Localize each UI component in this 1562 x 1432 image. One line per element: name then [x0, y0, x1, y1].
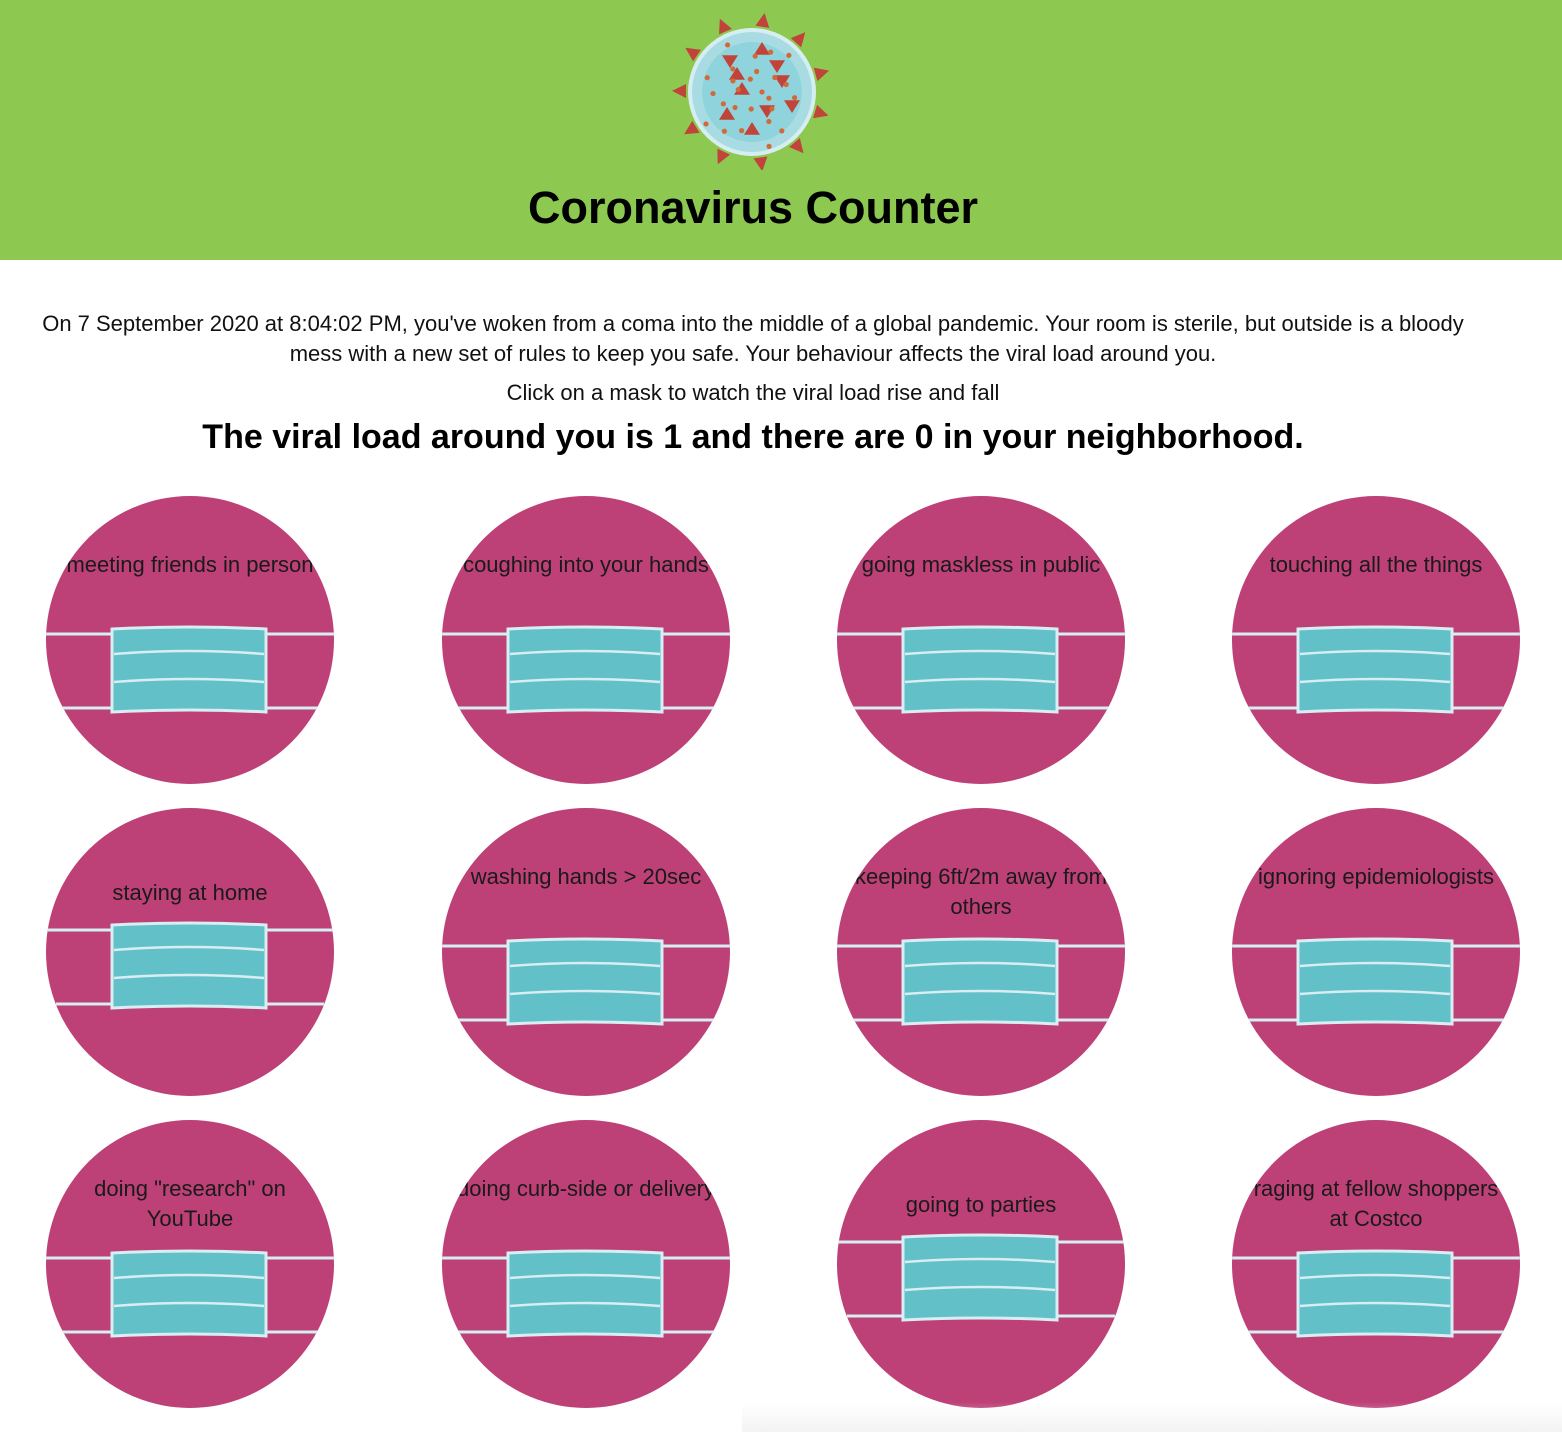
- mask-button-washing-hands[interactable]: washing hands > 20sec: [442, 808, 730, 1096]
- intro-text: On 7 September 2020 at 8:04:02 PM, you'v…: [42, 311, 1464, 366]
- mask-button-going-to-parties[interactable]: going to parties: [837, 1120, 1125, 1408]
- mask-button-ignoring-epidemiologists[interactable]: ignoring epidemiologists: [1232, 808, 1520, 1096]
- mask-label: going maskless in public: [861, 552, 1101, 577]
- face-mask-icon: [1232, 625, 1520, 714]
- face-mask-icon: [1232, 937, 1520, 1026]
- mask-button-curbside-delivery[interactable]: doing curb-side or delivery: [442, 1120, 730, 1408]
- coronavirus-icon: [672, 12, 830, 170]
- mask-label: staying at home: [112, 880, 268, 905]
- mask-button-going-maskless[interactable]: going maskless in public: [837, 496, 1125, 784]
- mask-label: coughing into your hands: [463, 552, 709, 577]
- mask-button-touching-things[interactable]: touching all the things: [1232, 496, 1520, 784]
- face-mask-icon: [46, 625, 334, 714]
- face-mask-icon: [46, 1249, 334, 1338]
- mask-label: ignoring epidemiologists: [1257, 864, 1495, 889]
- mask-label: keeping 6ft/2m away from others: [855, 864, 1107, 919]
- mask-button-coughing[interactable]: coughing into your hands: [442, 496, 730, 784]
- mask-label: washing hands > 20sec: [470, 864, 702, 889]
- face-mask-icon: [837, 1233, 1125, 1322]
- mask-button-youtube-research[interactable]: doing "research" on YouTube: [46, 1120, 334, 1408]
- header-banner: Coronavirus Counter: [0, 0, 1562, 260]
- app-title: Coronavirus Counter: [527, 182, 979, 233]
- mask-label: going to parties: [905, 1192, 1057, 1217]
- mask-grid: meeting friends in person coughing into …: [46, 496, 1526, 1408]
- mask-button-keeping-distance[interactable]: keeping 6ft/2m away from others: [837, 808, 1125, 1096]
- face-mask-icon: [837, 625, 1125, 714]
- face-mask-icon: [837, 937, 1125, 1026]
- mask-label: meeting friends in person: [66, 552, 314, 577]
- instruction-text: Click on a mask to watch the viral load …: [506, 380, 1000, 405]
- face-mask-icon: [442, 625, 730, 714]
- face-mask-icon: [442, 937, 730, 1026]
- mask-label: raging at fellow shoppers at Costco: [1253, 1176, 1499, 1231]
- face-mask-icon: [46, 921, 334, 1010]
- mask-label: doing "research" on YouTube: [94, 1176, 286, 1231]
- mask-button-staying-home[interactable]: staying at home: [46, 808, 334, 1096]
- mask-button-raging-at-costco[interactable]: raging at fellow shoppers at Costco: [1232, 1120, 1520, 1408]
- mask-label: doing curb-side or delivery: [456, 1176, 716, 1201]
- face-mask-icon: [442, 1249, 730, 1338]
- mask-button-meeting-friends[interactable]: meeting friends in person: [46, 496, 334, 784]
- viral-load-status: The viral load around you is 1 and there…: [202, 418, 1304, 456]
- mask-label: touching all the things: [1269, 552, 1483, 577]
- face-mask-icon: [1232, 1249, 1520, 1338]
- page-fade: [742, 1402, 1562, 1432]
